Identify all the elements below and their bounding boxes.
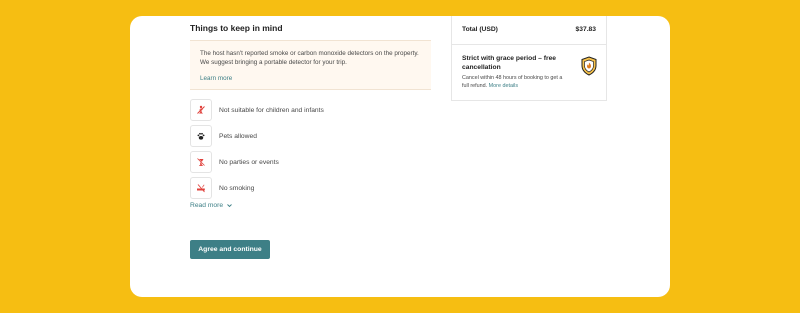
- rule-label: No parties or events: [219, 158, 279, 166]
- more-details-link[interactable]: More details: [489, 83, 518, 89]
- chevron-down-icon: [227, 204, 232, 208]
- price-summary-panel: Total (USD) $37.83 Strict with grace per…: [451, 16, 607, 101]
- no-parties-icon: [190, 151, 212, 173]
- total-label: Total (USD): [462, 26, 498, 33]
- no-children-icon: [190, 99, 212, 121]
- learn-more-link[interactable]: Learn more: [200, 75, 232, 82]
- rule-label: Pets allowed: [219, 132, 257, 140]
- notice-text: The host hasn't reported smoke or carbon…: [200, 50, 419, 66]
- read-more-link[interactable]: Read more: [190, 202, 233, 209]
- total-row: Total (USD) $37.83: [462, 26, 596, 33]
- rule-item-pets: Pets allowed: [190, 125, 430, 147]
- rule-item-parties: No parties or events: [190, 151, 430, 173]
- booking-card: Things to keep in mind The host hasn't r…: [130, 16, 670, 297]
- shield-icon: [581, 56, 597, 76]
- cancellation-policy-title: Strict with grace period – free cancella…: [462, 55, 557, 71]
- agree-and-continue-button[interactable]: Agree and continue: [190, 240, 270, 259]
- total-value: $37.83: [575, 26, 596, 33]
- rule-item-smoking: No smoking: [190, 177, 430, 199]
- detector-notice: The host hasn't reported smoke or carbon…: [190, 40, 431, 90]
- rule-item-children: Not suitable for children and infants: [190, 99, 430, 121]
- divider: [452, 44, 606, 45]
- read-more-label: Read more: [190, 202, 224, 209]
- cancellation-policy-description: Cancel within 48 hours of booking to get…: [462, 75, 570, 91]
- section-title: Things to keep in mind: [190, 23, 283, 33]
- paw-icon: [190, 125, 212, 147]
- rule-label: Not suitable for children and infants: [219, 106, 324, 114]
- rule-label: No smoking: [219, 184, 255, 192]
- no-smoking-icon: [190, 177, 212, 199]
